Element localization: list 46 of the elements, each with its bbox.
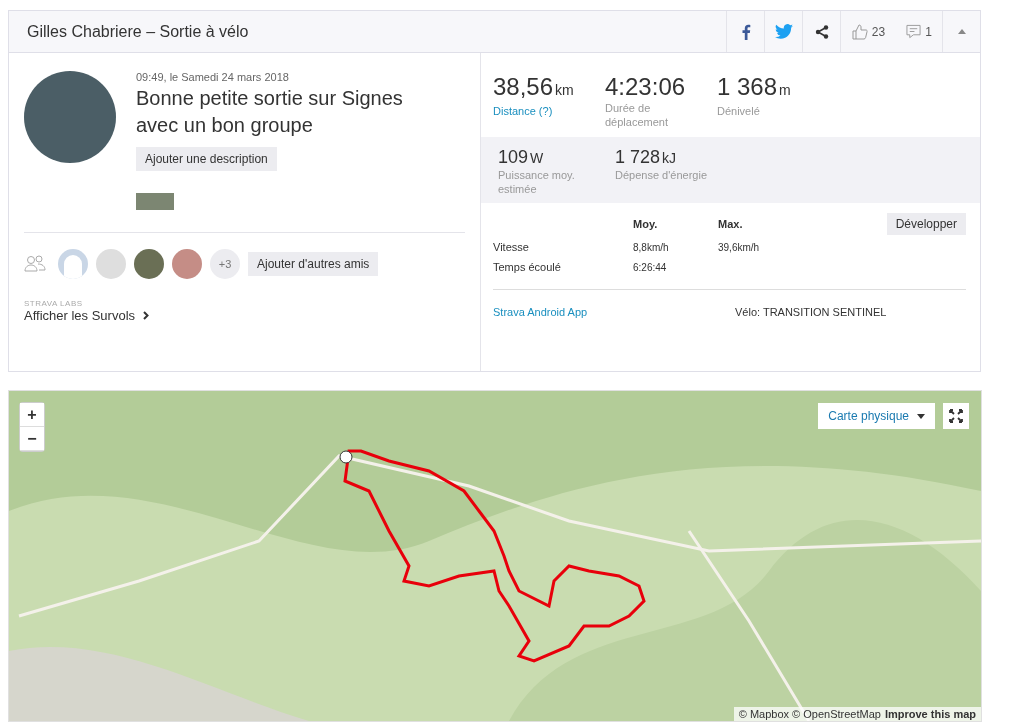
activity-name: Bonne petite sortie sur Signes avec un bon groupe [136, 86, 404, 138]
stat-value: 4:23:06 [605, 73, 687, 101]
avatar-photo-placeholder[interactable] [172, 249, 202, 279]
improve-map-link[interactable]: Improve this map [884, 708, 976, 720]
fullscreen-icon[interactable] [943, 403, 969, 429]
activity-date: 09:49, le Samedi 24 mars 2018 [136, 71, 289, 83]
add-friends-button[interactable]: Ajouter d'autres amis [248, 252, 379, 276]
stat-label: Puissance moy. estimée [498, 168, 576, 196]
thumbs-up-icon [851, 23, 868, 40]
map-style-dropdown[interactable]: Carte physique [818, 403, 935, 429]
comments-button[interactable]: 1 [896, 11, 942, 52]
add-description-button[interactable]: Ajouter une description [136, 147, 277, 171]
table-cell-text: 39,6km/h [718, 241, 761, 253]
table-cell-text: 6:26:44 [633, 261, 668, 273]
column-header: Moy. [633, 218, 659, 230]
stat-value: 1 728 kJ [615, 147, 678, 168]
device-link[interactable]: Strava Android App [493, 306, 735, 318]
column-header: Max. [718, 218, 744, 230]
caret-up-icon [957, 29, 966, 34]
group-icon [24, 255, 46, 273]
labs-caption: STRAVA LABS [24, 299, 84, 308]
chevron-icon [143, 311, 150, 320]
activity-title: Gilles Chabriere – Sortie à vélo [26, 22, 249, 41]
zoom-in-button[interactable]: + [20, 403, 44, 427]
flyby-link[interactable]: Afficher les Survols [24, 308, 150, 323]
avatar-silhouette[interactable] [58, 249, 88, 279]
more-friends-count[interactable]: +3 [210, 249, 240, 279]
stat-value: 109 W [498, 147, 545, 168]
row-label: Vitesse [493, 241, 530, 253]
stat-value: 38,56 km [493, 73, 575, 102]
kudos-button[interactable]: 23 [840, 11, 896, 52]
table-cell-text: 8,8km/h [633, 241, 670, 253]
stat-label-link[interactable]: Distance (?) [493, 104, 583, 118]
stat-value: 1 368 m [717, 73, 792, 102]
bike-name: Vélo: TRANSITION SENTINEL [735, 306, 887, 318]
row-label: Temps écoulé [493, 261, 562, 273]
comment-icon [906, 24, 922, 39]
avatar-photo-placeholder[interactable] [134, 249, 164, 279]
stat-label: Dénivelé [717, 104, 761, 118]
map-attribution: © Mapbox © OpenStreetMap [738, 708, 881, 720]
stat-label: Durée de déplacement [605, 101, 669, 129]
caret-down-icon [917, 413, 925, 419]
map[interactable]: + − Carte physique © Mapbox © OpenStreetMap Improve this map [8, 390, 982, 722]
expand-button[interactable]: Développer [886, 213, 966, 235]
stat-label: Dépense d'énergie [615, 168, 708, 182]
photo-thumbnail-placeholder[interactable] [136, 193, 174, 210]
